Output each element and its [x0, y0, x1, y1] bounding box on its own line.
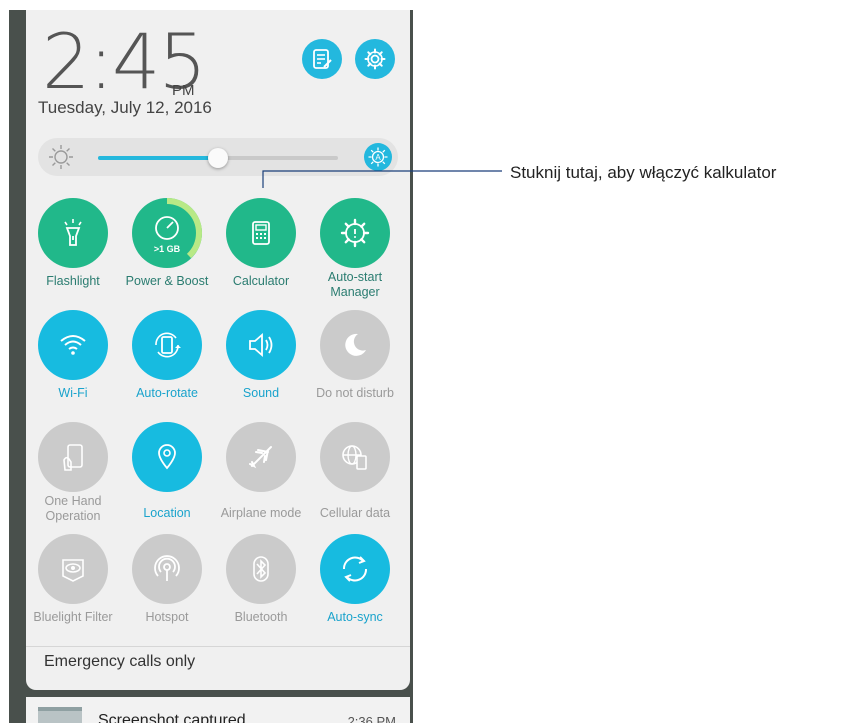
tile-auto-sync-circle[interactable] — [320, 534, 390, 604]
tile-location-circle[interactable] — [132, 422, 202, 492]
one-hand-icon — [63, 444, 83, 471]
screenshot-thumbnail — [38, 707, 82, 723]
tile-auto-rotate[interactable]: Auto-rotate — [120, 310, 214, 401]
clock-ampm: PM — [172, 82, 195, 99]
svg-text:A: A — [375, 153, 381, 162]
tile-auto-rotate-circle[interactable] — [132, 310, 202, 380]
auto-brightness-toggle[interactable]: A — [364, 143, 392, 171]
airplane-icon — [249, 446, 272, 469]
location-pin-icon — [158, 444, 176, 470]
tile-sound-circle[interactable] — [226, 310, 296, 380]
tile-sound[interactable]: Sound — [214, 310, 308, 401]
tile-power-boost-label: Power & Boost — [125, 274, 209, 288]
tile-bluetooth-label: Bluetooth — [234, 610, 288, 624]
sync-icon — [342, 556, 368, 582]
tile-calculator[interactable]: Calculator — [214, 198, 308, 289]
tile-cellular-label: Cellular data — [319, 506, 391, 520]
tile-bluelight-circle[interactable] — [38, 534, 108, 604]
flashlight-icon — [64, 219, 82, 246]
wifi-icon — [60, 335, 86, 355]
tile-calculator-label: Calculator — [232, 274, 290, 288]
tile-power-boost-circle[interactable]: >1 GB — [132, 198, 202, 268]
tile-auto-start[interactable]: Auto-start Manager — [308, 198, 402, 300]
tile-auto-start-circle[interactable] — [320, 198, 390, 268]
brightness-fill — [98, 156, 218, 160]
date-label: Tuesday, July 12, 2016 — [38, 98, 212, 117]
tile-auto-sync-label: Auto-sync — [327, 610, 383, 624]
memory-label: >1 GB — [154, 244, 181, 254]
quick-settings-panel: 2:45 PM Tuesday, July 12, 2016 A Flashli… — [26, 10, 410, 690]
tile-auto-rotate-label: Auto-rotate — [136, 386, 198, 400]
eye-filter-icon — [62, 559, 84, 582]
notification-time: 2:36 PM — [347, 714, 396, 723]
tile-flashlight-label: Flashlight — [46, 274, 100, 288]
bluetooth-icon — [253, 556, 269, 582]
auto-brightness-icon: A — [368, 147, 388, 167]
tile-bluelight-label: Bluelight Filter — [33, 610, 113, 624]
cellular-globe-icon — [342, 445, 367, 470]
tile-dnd-label: Do not disturb — [316, 386, 394, 400]
tile-cellular-circle[interactable] — [320, 422, 390, 492]
notes-icon — [313, 49, 332, 69]
tile-dnd-circle[interactable] — [320, 310, 390, 380]
brightness-slider[interactable] — [98, 148, 338, 168]
tile-power-boost[interactable]: >1 GB Power & Boost — [120, 198, 214, 289]
tile-auto-start-label: Auto-start Manager — [327, 270, 383, 299]
tile-one-hand-label: One Hand Operation — [44, 494, 102, 523]
emergency-calls-label: Emergency calls only — [44, 653, 196, 670]
phone-screen: 2:45 PM Tuesday, July 12, 2016 A Flashli… — [9, 10, 413, 723]
tile-bluelight-filter[interactable]: Bluelight Filter — [26, 534, 120, 625]
rotate-icon — [155, 332, 181, 358]
speedometer-icon: >1 GB — [154, 198, 202, 259]
notes-button[interactable] — [302, 39, 342, 79]
tile-auto-sync[interactable]: Auto-sync — [308, 534, 402, 625]
tile-flashlight-circle[interactable] — [38, 198, 108, 268]
brightness-thumb[interactable] — [208, 148, 228, 168]
tile-location-label: Location — [143, 506, 191, 520]
brightness-low-icon — [49, 145, 73, 169]
gear-icon — [364, 48, 386, 70]
tile-airplane-label: Airplane mode — [220, 506, 302, 520]
brightness-bar: A — [38, 138, 398, 176]
moon-icon — [345, 333, 366, 356]
tile-airplane[interactable]: Airplane mode — [214, 422, 308, 521]
tile-cellular-data[interactable]: Cellular data — [308, 422, 402, 521]
tile-wifi-label: Wi-Fi — [58, 386, 88, 400]
tile-hotspot[interactable]: Hotspot — [120, 534, 214, 625]
divider — [26, 646, 410, 647]
gear-manager-icon — [340, 218, 370, 248]
hotspot-icon — [154, 555, 180, 581]
tile-calculator-circle[interactable] — [226, 198, 296, 268]
notification-title: Screenshot captured. — [98, 712, 251, 723]
callout-text: Stuknij tutaj, aby włączyć kalkulator — [510, 163, 777, 182]
notification-screenshot[interactable]: Screenshot captured. 2:36 PM — [26, 697, 410, 723]
tile-wifi-circle[interactable] — [38, 310, 108, 380]
tile-sound-label: Sound — [242, 386, 280, 400]
tile-hotspot-circle[interactable] — [132, 534, 202, 604]
tile-do-not-disturb[interactable]: Do not disturb — [308, 310, 402, 401]
tile-one-hand[interactable]: One Hand Operation — [26, 422, 120, 524]
tile-airplane-circle[interactable] — [226, 422, 296, 492]
tile-one-hand-circle[interactable] — [38, 422, 108, 492]
calculator-icon — [252, 221, 270, 245]
tile-hotspot-label: Hotspot — [145, 610, 189, 624]
speaker-icon — [249, 333, 273, 357]
settings-button[interactable] — [355, 39, 395, 79]
tile-location[interactable]: Location — [120, 422, 214, 521]
tile-bluetooth[interactable]: Bluetooth — [214, 534, 308, 625]
tile-wifi[interactable]: Wi-Fi — [26, 310, 120, 401]
tile-flashlight[interactable]: Flashlight — [26, 198, 120, 289]
tile-bluetooth-circle[interactable] — [226, 534, 296, 604]
